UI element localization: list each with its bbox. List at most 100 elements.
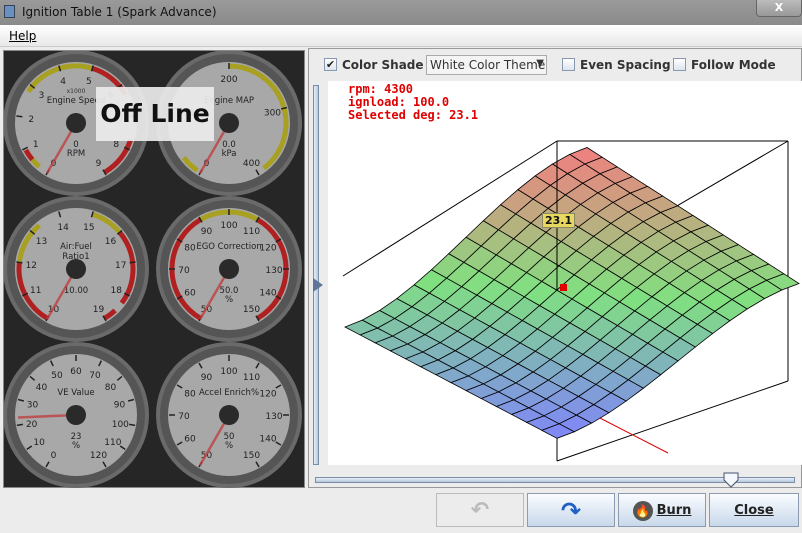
menu-help[interactable]: Help (9, 29, 36, 43)
even-spacing-checkbox[interactable] (562, 58, 575, 71)
gauge-panel: 0123456789x1000Engine Speed0RPM010020030… (3, 50, 305, 488)
color-shade-checkbox[interactable]: ✔ (324, 58, 337, 71)
gauge-tick-label: 19 (93, 305, 105, 315)
gauge-tick-label: 1 (33, 140, 39, 150)
gauge-tick-label: 400 (243, 159, 260, 169)
gauge-hub (219, 405, 239, 425)
table-3d-panel: ✔ Color Shade White Color Theme ▼ Even Sp… (308, 48, 802, 488)
gauge-title: VE Value (57, 388, 94, 398)
gauge-tick-label: 70 (89, 371, 101, 381)
gauge-tick-label: 8 (113, 140, 119, 150)
window-title: Ignition Table 1 (Spark Advance) (22, 5, 217, 19)
title-bar: Ignition Table 1 (Spark Advance) X (0, 0, 802, 25)
gauge-tick-label: 20 (26, 420, 38, 430)
gauge-hub (66, 405, 86, 425)
gauge-tick-label: 9 (96, 159, 102, 169)
selected-readout: Selected deg: 23.1 (348, 108, 479, 122)
even-spacing-label: Even Spacing (580, 58, 671, 72)
burn-label: Burn (656, 503, 692, 518)
gauge-title: Air:Fuel (60, 242, 92, 252)
flame-icon: 🔥 (632, 500, 653, 521)
gauge-tick-label: 4 (60, 77, 66, 87)
offline-overlay: Off Line (96, 87, 214, 141)
gauge-tick-label: 90 (201, 373, 213, 383)
gauge-subtitle: x1000 (67, 88, 86, 95)
vertical-slider-thumb[interactable] (313, 278, 323, 292)
gauge-tick-label: 17 (115, 261, 126, 271)
gauge: 5060708090100110120130140150Accel Enrich… (156, 342, 302, 488)
gauge-tick-label: 2 (28, 115, 34, 125)
follow-mode-label: Follow Mode (691, 58, 776, 72)
selected-value-label: 23.1 (542, 213, 576, 228)
selected-cell-marker (560, 284, 567, 291)
gauge-tick-label: 130 (265, 412, 282, 422)
gauge-tick-label: 120 (259, 390, 276, 400)
vertical-rotation-slider[interactable] (313, 85, 323, 465)
gauge-title: Accel Enrich% (199, 388, 259, 398)
gauge-tick (16, 261, 23, 264)
gauge-hub (219, 259, 239, 279)
plot-toolbar: ✔ Color Shade White Color Theme ▼ Even Sp… (309, 49, 802, 79)
gauge-tick-label: 60 (70, 367, 82, 377)
gauge-tick-label: 300 (264, 108, 281, 118)
gauge-title: EGO Correction (196, 242, 261, 252)
color-shade-label: Color Shade (342, 58, 424, 72)
follow-mode-checkbox[interactable] (673, 58, 686, 71)
gauge-tick-label: 90 (114, 400, 126, 410)
gauge-tick-label: 140 (259, 289, 276, 299)
gauge-tick-label: 11 (30, 286, 41, 296)
redo-button[interactable]: ↷ (527, 493, 615, 527)
gauge-unit: % (225, 295, 233, 305)
gauge-tick-label: 140 (259, 435, 276, 445)
gauge-hub (66, 259, 86, 279)
plot-info: rpm: 4300 ignload: 100.0 Selected deg: 2… (348, 83, 478, 122)
gauge-tick-label: 15 (83, 223, 94, 233)
gauge-tick (16, 115, 23, 118)
gauge-tick-label: 16 (105, 237, 117, 247)
close-window-button[interactable]: X (756, 0, 802, 17)
undo-button[interactable]: ↶ (436, 493, 524, 527)
gauge-tick-label: 13 (36, 237, 47, 247)
gauge-hub (219, 113, 239, 133)
gauge-tick-label: 150 (243, 451, 260, 461)
gauge-tick-label: 0 (51, 451, 57, 461)
gauge-tick-label: 90 (201, 227, 213, 237)
surface-plot[interactable]: rpm: 4300 ignload: 100.0 Selected deg: 2… (328, 81, 802, 465)
gauge-tick-label: 18 (110, 286, 122, 296)
close-label: Close (734, 503, 774, 518)
gauge-tick-label: 14 (57, 223, 69, 233)
surface-plot-canvas[interactable] (328, 81, 802, 465)
gauge-tick-label: 100 (220, 367, 237, 377)
theme-select[interactable]: White Color Theme ▼ (426, 55, 547, 75)
gauge-tick-label: 130 (265, 266, 282, 276)
gauge-tick-label: 80 (184, 390, 196, 400)
gauge-value: 10.00 (64, 286, 88, 296)
gauge-tick (129, 423, 136, 427)
gauge-tick-label: 70 (178, 412, 190, 422)
selection-floor-line (597, 416, 669, 454)
gauge-unit: RPM (67, 149, 85, 159)
gauge-tick-label: 120 (259, 244, 276, 254)
burn-button[interactable]: 🔥 Burn (618, 493, 706, 527)
gauge-unit: % (72, 441, 80, 451)
gauge-tick-label: 150 (243, 305, 260, 315)
gauge-tick-label: 120 (90, 451, 107, 461)
app-icon (4, 5, 15, 18)
gauge-tick-label: 60 (184, 289, 196, 299)
menu-bar: Help (0, 25, 802, 47)
gauge-tick-label: 80 (184, 244, 196, 254)
gauge: 10111213141516171819Air:FuelRatio110.00 (3, 196, 149, 342)
gauge-hub (66, 113, 86, 133)
gauge-tick-label: 5 (86, 77, 92, 87)
close-button[interactable]: Close (709, 493, 799, 527)
horizontal-slider-thumb[interactable] (723, 472, 739, 488)
gauge-tick-label: 70 (178, 266, 190, 276)
gauge-unit: kPa (222, 149, 237, 159)
gauge-tick-label: 60 (184, 435, 196, 445)
gauge-tick-label: 110 (243, 373, 260, 383)
gauge: 01020304050 60 708090100110120VE Value23% (3, 342, 149, 488)
gauge-tick-label: 200 (220, 75, 237, 85)
gauge-unit: % (225, 441, 233, 451)
gauge: 5060708090100110120130140150EGO Correcti… (156, 196, 302, 342)
gauge-tick-label: 3 (39, 91, 45, 101)
